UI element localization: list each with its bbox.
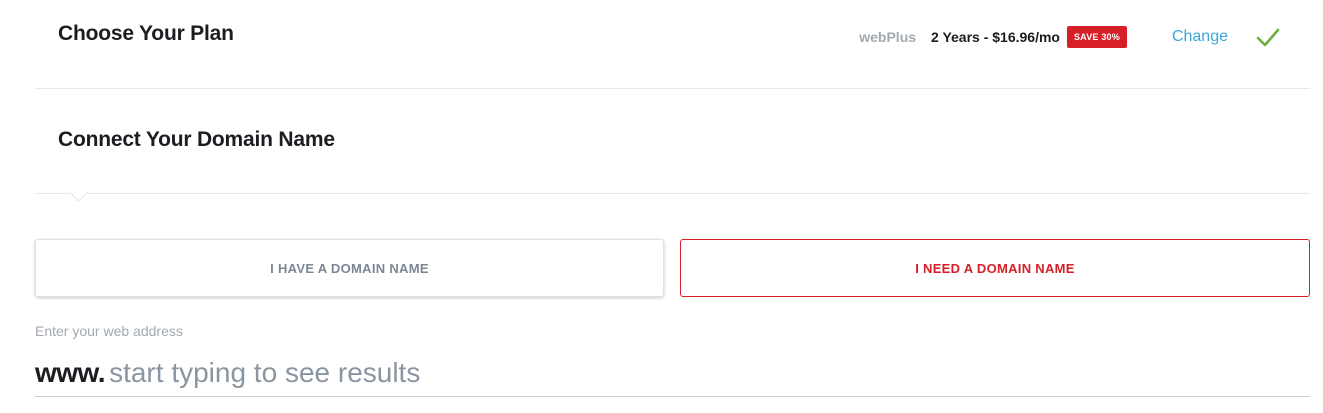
www-prefix: www. bbox=[35, 357, 106, 388]
save-badge: SAVE 30% bbox=[1066, 26, 1127, 48]
plan-section: Choose Your Plan webPlus 2 Years - $16.9… bbox=[35, 0, 1310, 89]
web-address-input[interactable] bbox=[109, 357, 1310, 389]
need-domain-button[interactable]: I NEED A DOMAIN NAME bbox=[680, 239, 1310, 297]
web-address-label: Enter your web address bbox=[35, 323, 183, 339]
have-domain-button[interactable]: I HAVE A DOMAIN NAME bbox=[35, 239, 664, 297]
web-address-field: www. bbox=[35, 350, 1310, 397]
domain-section: Connect Your Domain Name bbox=[35, 89, 1310, 202]
plan-summary: webPlus 2 Years - $16.96/mo SAVE 30% Cha… bbox=[859, 24, 1280, 50]
plan-price: 2 Years - $16.96/mo bbox=[931, 29, 1060, 45]
plan-name: webPlus bbox=[859, 29, 917, 45]
plan-title: Choose Your Plan bbox=[58, 22, 234, 45]
section-caret bbox=[69, 183, 88, 202]
change-plan-link[interactable]: Change bbox=[1172, 28, 1228, 46]
domain-title: Connect Your Domain Name bbox=[58, 128, 335, 151]
check-icon bbox=[1256, 25, 1280, 49]
